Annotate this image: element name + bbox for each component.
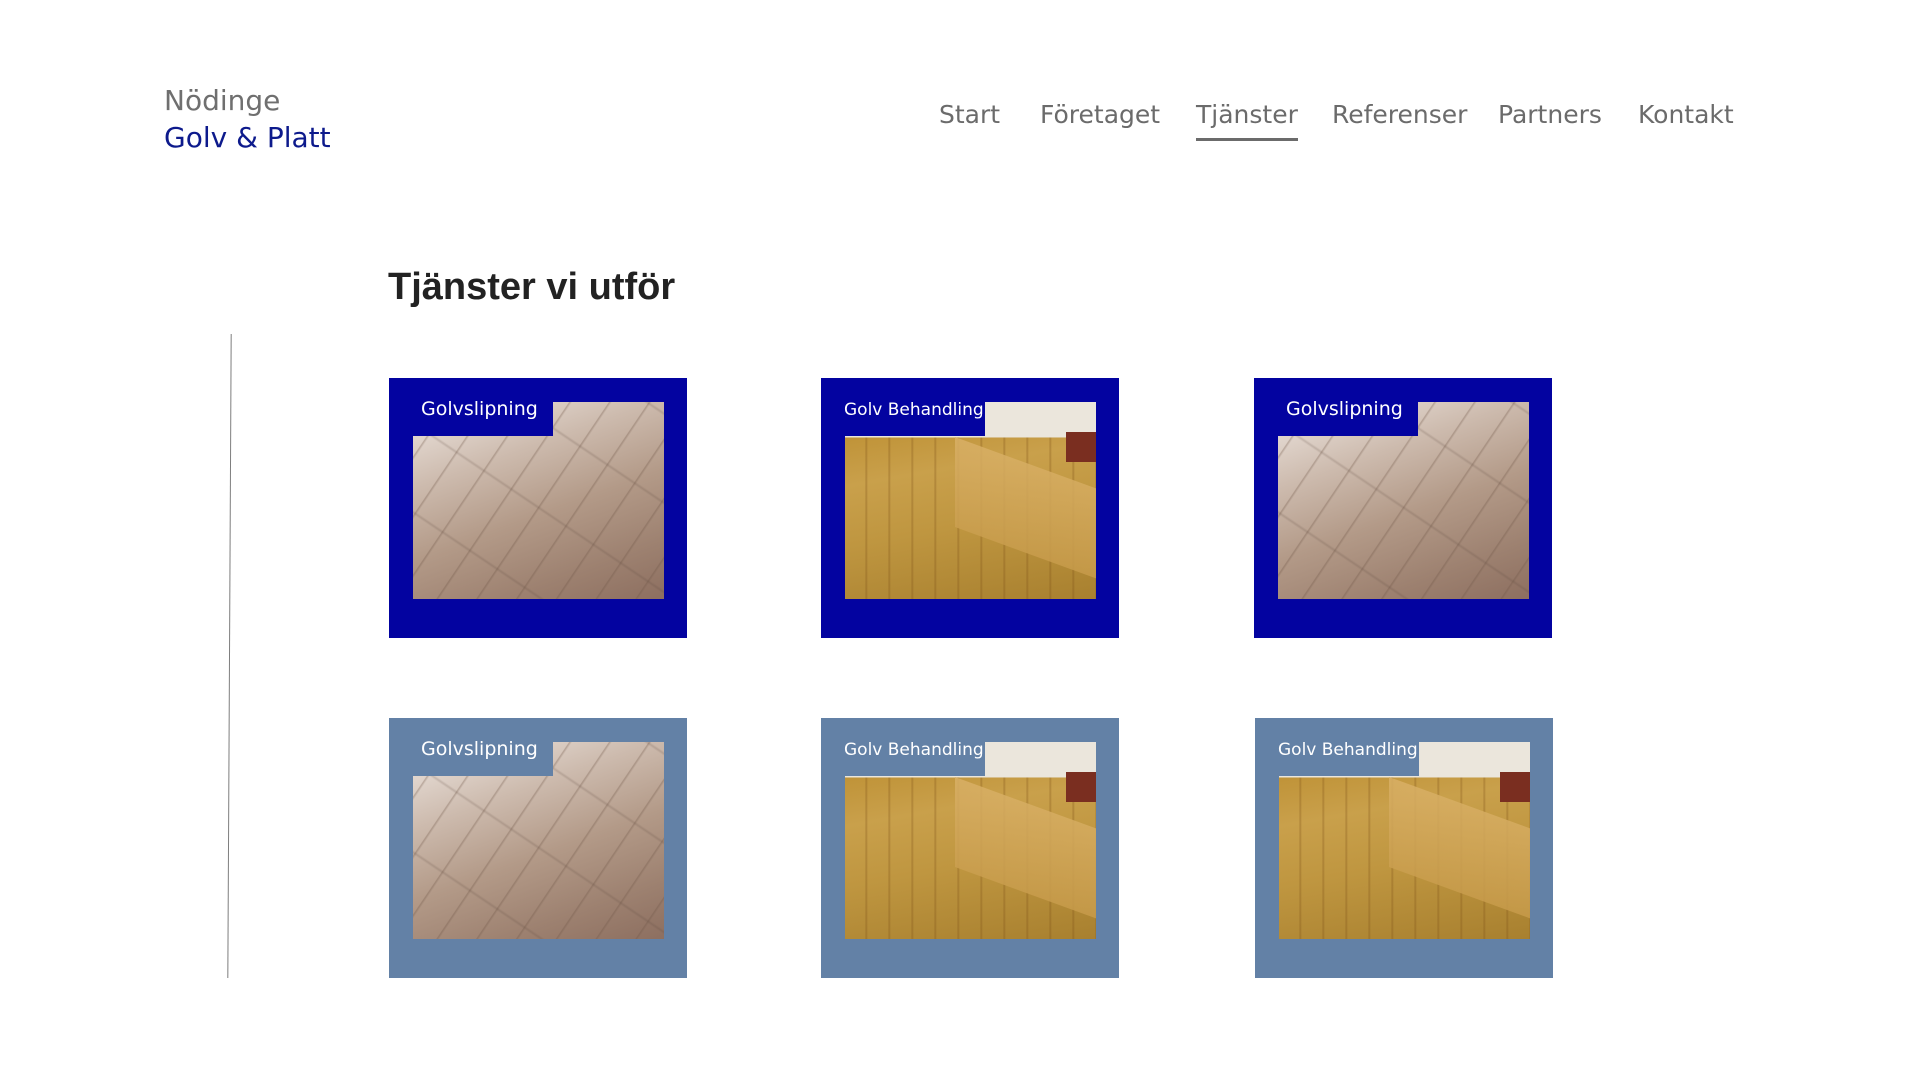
service-card-2[interactable]: Golv Behandling bbox=[821, 378, 1119, 638]
service-card-label: Golv Behandling bbox=[821, 718, 985, 776]
service-card-3[interactable]: Golvslipning bbox=[1254, 378, 1552, 638]
service-card-1[interactable]: Golvslipning bbox=[389, 378, 687, 638]
service-card-label: Golvslipning bbox=[389, 378, 553, 436]
logo-line-2: Golv & Platt bbox=[164, 121, 331, 154]
page-heading: Tjänster vi utför bbox=[388, 266, 676, 308]
service-card-6[interactable]: Golv Behandling bbox=[1255, 718, 1553, 978]
nav-tjanster[interactable]: Tjänster bbox=[1196, 100, 1298, 141]
site-logo[interactable]: Nödinge Golv & Platt bbox=[164, 82, 331, 156]
vertical-divider bbox=[227, 334, 232, 978]
service-card-label: Golvslipning bbox=[389, 718, 553, 776]
service-card-label: Golv Behandling bbox=[1255, 718, 1419, 776]
nav-start[interactable]: Start bbox=[939, 100, 1000, 139]
nav-kontakt[interactable]: Kontakt bbox=[1638, 100, 1734, 139]
nav-referenser[interactable]: Referenser bbox=[1332, 100, 1467, 139]
service-card-label: Golv Behandling bbox=[821, 378, 985, 436]
service-card-5[interactable]: Golv Behandling bbox=[821, 718, 1119, 978]
service-card-4[interactable]: Golvslipning bbox=[389, 718, 687, 978]
logo-line-1: Nödinge bbox=[164, 84, 281, 117]
nav-foretaget[interactable]: Företaget bbox=[1040, 100, 1160, 139]
service-card-label: Golvslipning bbox=[1254, 378, 1418, 436]
nav-partners[interactable]: Partners bbox=[1498, 100, 1602, 139]
